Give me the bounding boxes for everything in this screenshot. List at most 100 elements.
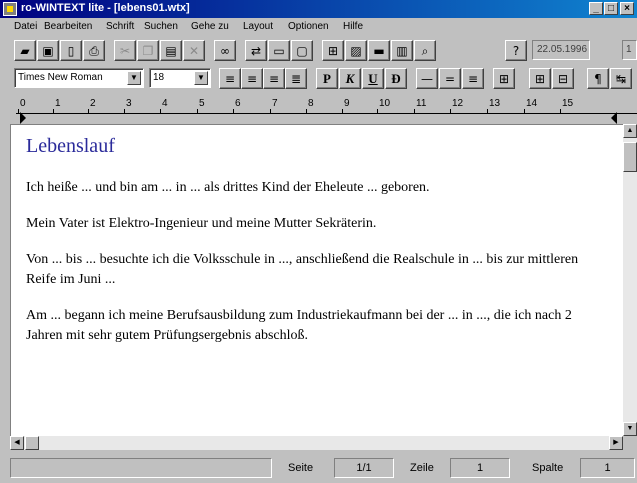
window-title: ro-WINTEXT lite - [lebens01.wtx] xyxy=(21,2,190,14)
horizontal-scroll-thumb[interactable] xyxy=(25,436,39,450)
ruler-tick xyxy=(88,109,89,113)
menu-bearbeiten[interactable]: Bearbeiten xyxy=(44,21,92,32)
tab-icon: ↹ xyxy=(615,71,627,86)
ruler-label: 6 xyxy=(235,98,241,109)
menu-bar: Datei Bearbeiten Schrift Suchen Gehe zu … xyxy=(0,20,637,36)
date-display: 22.05.1996 xyxy=(532,40,590,60)
magnifier-icon: ⌕ xyxy=(421,43,429,58)
page-frame-button[interactable]: ▢ xyxy=(291,40,313,61)
ruler-label: 13 xyxy=(489,98,501,109)
menu-layout[interactable]: Layout xyxy=(243,21,273,32)
menu-hilfe[interactable]: Hilfe xyxy=(343,21,363,32)
u-icon: U xyxy=(368,71,378,86)
image-button[interactable]: ▨ xyxy=(345,40,367,61)
scroll-left-icon[interactable]: ◀ xyxy=(10,436,24,450)
table-button[interactable]: ⊞ xyxy=(322,40,344,61)
align-center-icon: ≡ xyxy=(246,71,258,86)
ruler-label: 8 xyxy=(308,98,314,109)
align-left-button[interactable]: ≡ xyxy=(219,68,241,89)
scroll-right-icon[interactable]: ▶ xyxy=(609,436,623,450)
ruler-label: 2 xyxy=(90,98,96,109)
replace-button[interactable]: ⇄ xyxy=(245,40,267,61)
folder-icon: ▰ xyxy=(20,43,30,58)
status-bar: Seite 1/1 Zeile 1 Spalte 1 xyxy=(0,454,637,483)
line-value: 1 xyxy=(450,458,510,478)
scroll-up-icon[interactable]: ▲ xyxy=(623,124,637,138)
columns-button[interactable]: ⊞ xyxy=(493,68,515,89)
align-center-button[interactable]: ≡ xyxy=(241,68,263,89)
menu-datei[interactable]: Datei xyxy=(14,21,37,32)
right-margin-marker[interactable] xyxy=(611,112,617,124)
frame-button[interactable]: ▭ xyxy=(268,40,290,61)
table-icon: ⊞ xyxy=(327,43,339,58)
left-margin-marker[interactable] xyxy=(20,112,26,124)
tab-button[interactable]: ↹ xyxy=(610,68,632,89)
d-icon: Ð xyxy=(391,71,401,86)
underline-button[interactable]: U xyxy=(362,68,384,89)
menu-optionen[interactable]: Optionen xyxy=(288,21,329,32)
cut-button[interactable]: ✂ xyxy=(114,40,136,61)
image-icon: ▨ xyxy=(350,43,362,58)
justify-button[interactable]: ≣ xyxy=(285,68,307,89)
line-label: Zeile xyxy=(410,462,434,474)
ruler-label: 3 xyxy=(126,98,132,109)
font-select[interactable]: Times New Roman ▼ xyxy=(14,68,144,88)
show-marks-button[interactable]: ¶ xyxy=(587,68,609,89)
copy-button[interactable]: ❐ xyxy=(137,40,159,61)
menu-suchen[interactable]: Suchen xyxy=(144,21,178,32)
scroll-down-icon[interactable]: ▼ xyxy=(623,422,637,436)
ruler-tick xyxy=(560,109,561,113)
align-right-button[interactable]: ≡ xyxy=(263,68,285,89)
strikeout-button[interactable]: Ð xyxy=(385,68,407,89)
open-button[interactable]: ▰ xyxy=(14,40,36,61)
save-button[interactable]: ▣ xyxy=(37,40,59,61)
line-15-button[interactable]: = xyxy=(439,68,461,89)
print-button[interactable]: ⎙ xyxy=(83,40,105,61)
chevron-down-icon[interactable]: ▼ xyxy=(127,71,141,85)
italic-button[interactable]: K xyxy=(339,68,361,89)
new-button[interactable]: ▯ xyxy=(60,40,82,61)
paragraph-format-button[interactable]: P xyxy=(316,68,338,89)
vertical-scroll-thumb[interactable] xyxy=(623,142,637,172)
indent-button[interactable]: ⊟ xyxy=(552,68,574,89)
maximize-button[interactable]: □ xyxy=(604,2,618,15)
preview-button[interactable]: ⌕ xyxy=(414,40,436,61)
document-heading: Lebenslauf xyxy=(26,135,115,157)
help-button[interactable]: ? xyxy=(505,40,527,61)
scissors-icon: ✂ xyxy=(119,43,131,58)
ruler[interactable]: 0 1 2 3 4 5 6 7 8 9 10 11 12 13 14 15 xyxy=(0,94,637,124)
double-line-button[interactable]: ≡ xyxy=(462,68,484,89)
ruler-tick xyxy=(18,109,19,113)
horizontal-scrollbar[interactable]: ◀ ▶ xyxy=(10,436,623,450)
document-area[interactable]: Lebenslauf Ich heiße ... und bin am ... … xyxy=(10,124,623,436)
printer-icon: ⎙ xyxy=(89,43,99,58)
find-button[interactable]: ∞ xyxy=(214,40,236,61)
chevron-down-icon[interactable]: ▼ xyxy=(194,71,208,85)
replace-icon: ⇄ xyxy=(250,43,262,58)
minimize-button[interactable]: _ xyxy=(589,2,603,15)
app-icon[interactable] xyxy=(3,2,17,16)
size-select[interactable]: 18 ▼ xyxy=(149,68,211,88)
frame-icon: ▭ xyxy=(273,43,285,58)
ruler-tick xyxy=(342,109,343,113)
ruler-tick xyxy=(270,109,271,113)
ruler-label: 14 xyxy=(526,98,538,109)
grid-button[interactable]: ⊞ xyxy=(529,68,551,89)
delete-button[interactable]: ✕ xyxy=(183,40,205,61)
columns-icon: ⊞ xyxy=(498,71,510,86)
title-bar: ro-WINTEXT lite - [lebens01.wtx] _ □ × xyxy=(0,0,637,18)
ruler-tick xyxy=(524,109,525,113)
menu-gehe-zu[interactable]: Gehe zu xyxy=(191,21,229,32)
screen-button[interactable]: ▬ xyxy=(368,40,390,61)
menu-schrift[interactable]: Schrift xyxy=(106,21,134,32)
vertical-scrollbar[interactable]: ▲ ▼ xyxy=(623,124,637,436)
close-button[interactable]: × xyxy=(620,2,634,15)
single-line-button[interactable]: — xyxy=(416,68,438,89)
standard-toolbar: ▰ ▣ ▯ ⎙ ✂ ❐ ▤ ✕ ∞ ⇄ ▭ ▢ ⊞ ▨ ▬ ▥ ⌕ ? 22.0… xyxy=(0,38,637,64)
format-toolbar: Times New Roman ▼ 18 ▼ ≡ ≡ ≡ ≣ P K U Ð —… xyxy=(0,66,637,92)
chart-button[interactable]: ▥ xyxy=(391,40,413,61)
ruler-tick xyxy=(306,109,307,113)
paste-button[interactable]: ▤ xyxy=(160,40,182,61)
indent-icon: ⊟ xyxy=(557,71,569,86)
ruler-tick xyxy=(233,109,234,113)
